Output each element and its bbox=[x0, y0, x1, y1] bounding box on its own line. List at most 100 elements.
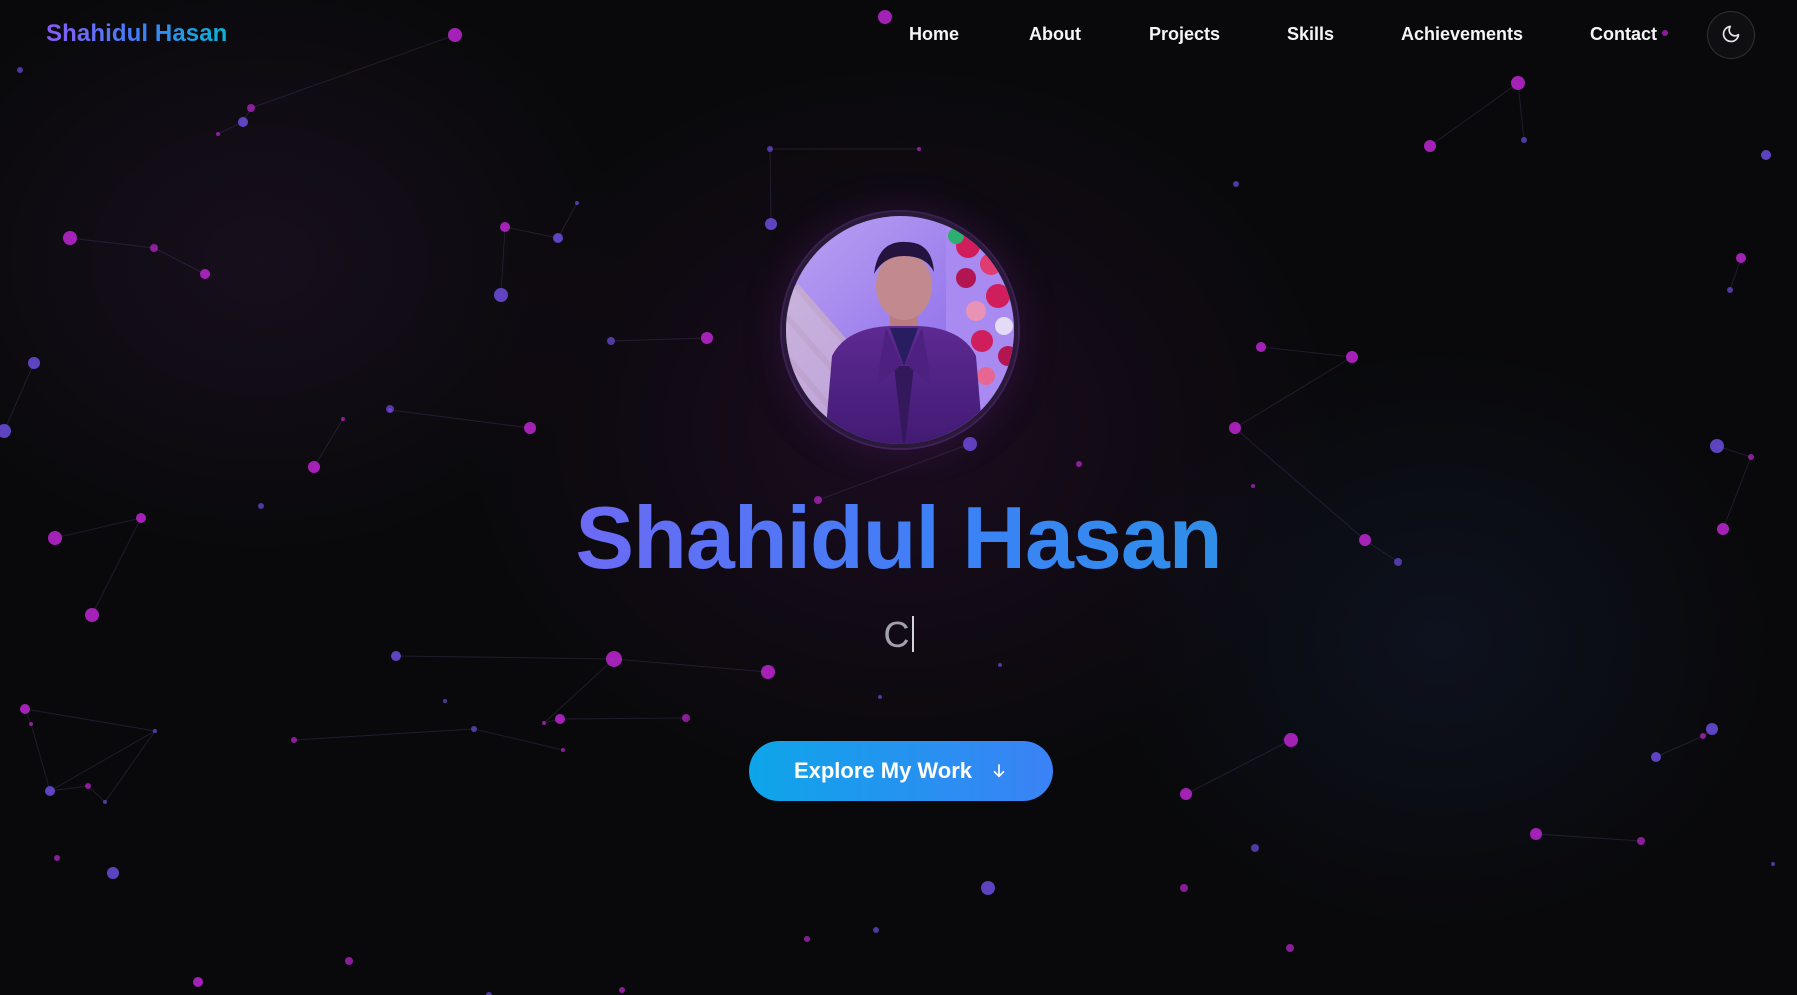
particle-dot bbox=[1511, 76, 1525, 90]
particle-link bbox=[30, 723, 51, 792]
particle-dot bbox=[765, 218, 777, 230]
particle-dot bbox=[878, 695, 882, 699]
particle-dot bbox=[1637, 837, 1645, 845]
particle-dot bbox=[471, 726, 477, 732]
nav-link-skills[interactable]: Skills bbox=[1287, 24, 1334, 45]
particle-dot bbox=[1346, 351, 1358, 363]
particle-dot bbox=[607, 337, 615, 345]
particle-dot bbox=[998, 663, 1002, 667]
particle-dot bbox=[85, 783, 91, 789]
particle-dot bbox=[542, 721, 546, 725]
particle-link bbox=[1655, 735, 1704, 758]
particle-dot bbox=[216, 132, 220, 136]
particle-dot bbox=[20, 704, 30, 714]
particle-dot bbox=[1736, 253, 1746, 263]
particle-dot bbox=[494, 288, 508, 302]
particle-dot bbox=[963, 437, 977, 451]
nav-link-achievements[interactable]: Achievements bbox=[1401, 24, 1523, 45]
particle-dot bbox=[761, 665, 775, 679]
particle-dot bbox=[63, 231, 77, 245]
typing-subtitle: C bbox=[0, 614, 1797, 662]
particle-dot bbox=[308, 461, 320, 473]
page: Shahidul Hasan Home About Projects Skill… bbox=[0, 0, 1797, 995]
nav-link-projects[interactable]: Projects bbox=[1149, 24, 1220, 45]
particle-dot bbox=[767, 146, 773, 152]
particle-dot bbox=[1521, 137, 1527, 143]
particle-dot bbox=[1761, 150, 1771, 160]
particle-dot bbox=[1180, 788, 1192, 800]
particle-dot bbox=[291, 737, 297, 743]
particle-dot bbox=[153, 729, 157, 733]
nav-link-contact[interactable]: Contact bbox=[1590, 24, 1657, 45]
particle-dot bbox=[150, 244, 158, 252]
particle-dot bbox=[345, 957, 353, 965]
particle-dot bbox=[238, 117, 248, 127]
particle-dot bbox=[701, 332, 713, 344]
particle-dot bbox=[1256, 342, 1266, 352]
top-navigation: Shahidul Hasan Home About Projects Skill… bbox=[0, 0, 1797, 72]
particle-dot bbox=[981, 881, 995, 895]
particle-link bbox=[500, 226, 506, 296]
particle-link bbox=[3, 362, 35, 432]
particle-link bbox=[473, 728, 564, 751]
particle-link bbox=[1517, 82, 1525, 141]
particle-dot bbox=[1727, 287, 1733, 293]
particle-link bbox=[24, 708, 156, 732]
particle-dot bbox=[386, 405, 394, 413]
particle-dot bbox=[1530, 828, 1542, 840]
particle-dot bbox=[682, 714, 690, 722]
particle-dot bbox=[619, 987, 625, 993]
particle-link bbox=[504, 226, 559, 239]
nav-link-about[interactable]: About bbox=[1029, 24, 1081, 45]
theme-toggle-button[interactable] bbox=[1707, 11, 1755, 59]
cta-label: Explore My Work bbox=[793, 758, 973, 783]
particle-dot bbox=[1229, 422, 1241, 434]
particle-dot bbox=[1771, 862, 1775, 866]
particle-dot bbox=[1251, 844, 1259, 852]
particle-link bbox=[543, 658, 615, 724]
particle-dot bbox=[1651, 752, 1661, 762]
particle-dot bbox=[1076, 461, 1082, 467]
particle-link bbox=[69, 237, 155, 249]
particle-dot bbox=[247, 104, 255, 112]
particle-dot bbox=[1180, 884, 1188, 892]
particle-dot bbox=[1233, 181, 1239, 187]
text-caret bbox=[911, 616, 914, 652]
particle-dot bbox=[804, 936, 810, 942]
particle-dot bbox=[341, 417, 345, 421]
particle-dot bbox=[0, 424, 11, 438]
particle-link bbox=[769, 148, 772, 225]
particle-dot bbox=[873, 927, 879, 933]
particle-link bbox=[1535, 833, 1642, 842]
particle-link bbox=[153, 247, 206, 275]
particle-dot bbox=[500, 222, 510, 232]
particle-dot bbox=[443, 699, 447, 703]
particle-dot bbox=[917, 147, 921, 151]
particle-link bbox=[1234, 356, 1353, 429]
particle-dot bbox=[524, 422, 536, 434]
nav-link-home[interactable]: Home bbox=[909, 24, 959, 45]
brand-logo-text[interactable]: Shahidul Hasan bbox=[46, 20, 227, 48]
particle-link bbox=[389, 409, 531, 429]
particle-dot bbox=[1424, 140, 1436, 152]
particle-link bbox=[1729, 257, 1742, 291]
particle-dot bbox=[553, 233, 563, 243]
avatar-photo bbox=[786, 216, 1014, 444]
particle-link bbox=[1185, 739, 1292, 795]
particle-dot bbox=[1284, 733, 1298, 747]
moon-icon bbox=[1721, 24, 1741, 47]
avatar bbox=[782, 212, 1018, 448]
particle-link bbox=[49, 730, 156, 792]
particle-dot bbox=[29, 722, 33, 726]
particle-link bbox=[87, 785, 106, 803]
particle-dot bbox=[555, 714, 565, 724]
explore-work-button[interactable]: Explore My Work bbox=[749, 741, 1053, 801]
particle-link bbox=[49, 785, 89, 792]
particle-dot bbox=[1710, 439, 1724, 453]
particle-dot bbox=[1748, 454, 1754, 460]
particle-link bbox=[559, 717, 687, 720]
hero-title: Shahidul Hasan bbox=[0, 488, 1797, 588]
particle-dot bbox=[1286, 944, 1294, 952]
particle-dot bbox=[1706, 723, 1718, 735]
particle-link bbox=[104, 730, 156, 803]
